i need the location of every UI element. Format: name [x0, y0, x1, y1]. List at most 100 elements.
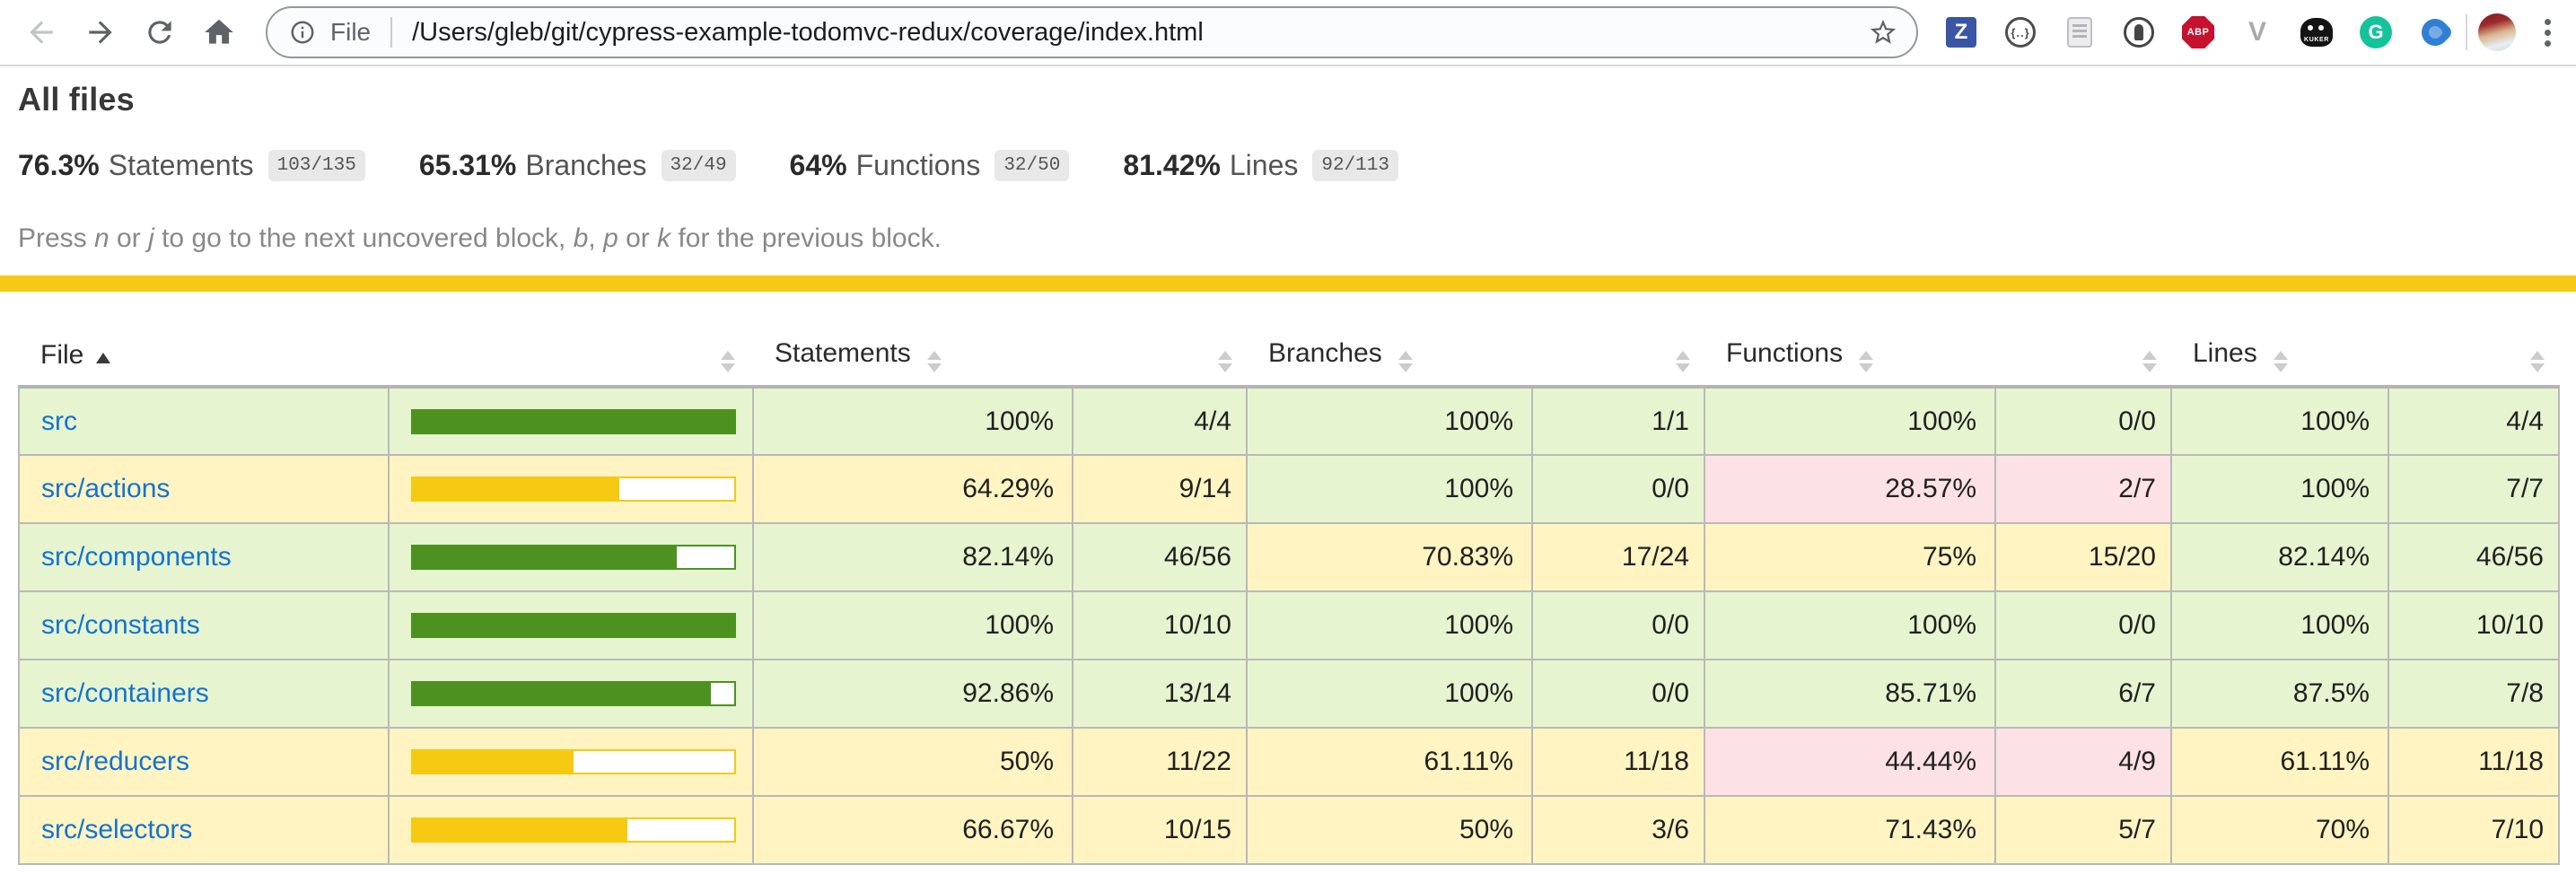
sort-control-icon[interactable]	[2274, 351, 2288, 372]
file-link[interactable]: src/selectors	[41, 815, 192, 844]
functions-abs-cell: 2/7	[1995, 455, 2171, 523]
grammarly-extension-icon[interactable]: G	[2358, 14, 2394, 50]
column-header-branches[interactable]: Branches	[1247, 328, 1532, 387]
functions-abs-cell: 0/0	[1995, 387, 2171, 455]
table-row: src/selectors 66.67% 10/15 50% 3/6 71.43…	[19, 796, 2559, 864]
password-manager-extension-icon[interactable]	[2121, 14, 2157, 50]
file-link[interactable]: src/actions	[41, 474, 170, 503]
document-extension-icon[interactable]	[2062, 14, 2098, 50]
home-button[interactable]	[196, 9, 242, 56]
url-text[interactable]: /Users/gleb/git/cypress-example-todomvc-…	[412, 18, 1853, 48]
sort-control-icon[interactable]	[1859, 351, 1873, 372]
column-header-statements[interactable]: Statements	[753, 328, 1073, 387]
functions-label: Functions	[856, 149, 981, 182]
branches-abs-cell: 1/1	[1532, 387, 1704, 455]
branches-pct-cell: 100%	[1247, 455, 1532, 523]
statements-pct-cell: 100%	[753, 387, 1073, 455]
lines-pct-cell: 70%	[2171, 796, 2388, 864]
coverage-bar-cell	[389, 455, 753, 523]
coverage-bar	[411, 749, 736, 774]
column-header-functions[interactable]: Functions	[1704, 328, 1995, 387]
column-header-lines[interactable]: Lines	[2171, 328, 2388, 387]
coverage-bar-fill	[413, 819, 627, 841]
statements-pct-value: 76.3%	[18, 149, 100, 182]
forward-button[interactable]	[77, 9, 124, 56]
statements-pct-cell: 82.14%	[753, 523, 1073, 591]
statements-abs-cell: 13/14	[1073, 660, 1247, 728]
sort-control-icon[interactable]	[2142, 351, 2157, 372]
sort-control-icon[interactable]	[2530, 351, 2545, 372]
json-viewer-extension-icon[interactable]: {..}	[2002, 14, 2038, 50]
statements-fraction-badge: 103/135	[268, 150, 365, 181]
column-header-branches-abs[interactable]	[1532, 328, 1704, 387]
functions-pct-cell: 100%	[1704, 387, 1995, 455]
file-link[interactable]: src/reducers	[41, 747, 189, 776]
sort-control-icon[interactable]	[1398, 351, 1413, 372]
coverage-bar-cell	[389, 660, 753, 728]
functions-abs-cell: 6/7	[1995, 660, 2171, 728]
extensions-area: Z {..} ABP V KUKER G	[1936, 14, 2460, 50]
lines-pct-cell: 100%	[2171, 455, 2388, 523]
column-header-file[interactable]: File	[19, 328, 389, 387]
file-link[interactable]: src/components	[41, 542, 232, 572]
address-bar[interactable]: File /Users/gleb/git/cypress-example-tod…	[266, 6, 1918, 58]
coverage-bar-fill	[413, 411, 734, 433]
flame-extension-icon[interactable]	[2417, 14, 2453, 50]
functions-fraction-badge: 32/50	[994, 150, 1069, 181]
coverage-bar-fill	[413, 615, 734, 636]
bookmark-star-icon[interactable]	[1868, 17, 1898, 48]
vue-devtools-extension-icon[interactable]: V	[2239, 14, 2275, 50]
keyboard-hint: Press n or j to go to the next uncovered…	[18, 223, 2558, 254]
lines-abs-cell: 7/7	[2388, 455, 2559, 523]
functions-pct-cell: 100%	[1704, 591, 1995, 660]
statements-header-label: Statements	[775, 338, 911, 368]
lines-label: Lines	[1230, 149, 1299, 182]
functions-abs-cell: 4/9	[1995, 728, 2171, 796]
lines-pct-cell: 87.5%	[2171, 660, 2388, 728]
table-row: src/actions 64.29% 9/14 100% 0/0 28.57% …	[19, 455, 2559, 523]
back-button[interactable]	[18, 9, 65, 56]
lines-pct-cell: 82.14%	[2171, 523, 2388, 591]
z-extension-icon[interactable]: Z	[1943, 14, 1979, 50]
reload-icon	[143, 15, 177, 49]
sort-control-icon[interactable]	[1218, 351, 1232, 372]
coverage-bar-empty	[677, 546, 734, 568]
sort-control-icon[interactable]	[721, 351, 735, 372]
column-header-statements-abs[interactable]	[1073, 328, 1247, 387]
lines-pct-value: 81.42%	[1123, 149, 1221, 182]
lines-pct-cell: 100%	[2171, 591, 2388, 660]
branches-abs-cell: 0/0	[1532, 660, 1704, 728]
column-header-chart[interactable]	[389, 328, 753, 387]
file-link[interactable]: src/containers	[41, 678, 209, 708]
lines-fraction-badge: 92/113	[1312, 150, 1398, 181]
column-header-functions-abs[interactable]	[1995, 328, 2171, 387]
branches-fraction-badge: 32/49	[662, 150, 736, 181]
coverage-bar	[411, 681, 736, 706]
sort-control-icon[interactable]	[927, 351, 942, 372]
column-header-lines-abs[interactable]	[2388, 328, 2559, 387]
coverage-bar-cell	[389, 523, 753, 591]
statements-abs-cell: 9/14	[1073, 455, 1247, 523]
reload-button[interactable]	[136, 9, 183, 56]
branches-pct-cell: 50%	[1247, 796, 1532, 864]
branches-abs-cell: 0/0	[1532, 591, 1704, 660]
coverage-bar-cell	[389, 796, 753, 864]
table-row: src 100% 4/4 100% 1/1 100% 0/0 100% 4/4	[19, 387, 2559, 455]
coverage-bar	[411, 545, 736, 570]
table-row: src/containers 92.86% 13/14 100% 0/0 85.…	[19, 660, 2559, 728]
branches-pct-cell: 100%	[1247, 387, 1532, 455]
statements-pct-cell: 50%	[753, 728, 1073, 796]
file-header-label: File	[40, 340, 83, 370]
profile-avatar[interactable]	[2478, 13, 2516, 51]
kuker-extension-icon[interactable]: KUKER	[2299, 14, 2335, 50]
file-cell: src/components	[19, 523, 389, 591]
sort-control-icon[interactable]	[1676, 351, 1690, 372]
browser-menu-button[interactable]	[2534, 12, 2562, 54]
toolbar-divider	[2466, 14, 2467, 50]
page-info-icon[interactable]	[289, 19, 316, 46]
lines-summary: 81.42% Lines 92/113	[1123, 149, 1398, 182]
file-link[interactable]: src/constants	[41, 610, 200, 640]
file-link[interactable]: src	[41, 406, 77, 436]
adblock-plus-extension-icon[interactable]: ABP	[2180, 14, 2216, 50]
lines-abs-cell: 7/8	[2388, 660, 2559, 728]
